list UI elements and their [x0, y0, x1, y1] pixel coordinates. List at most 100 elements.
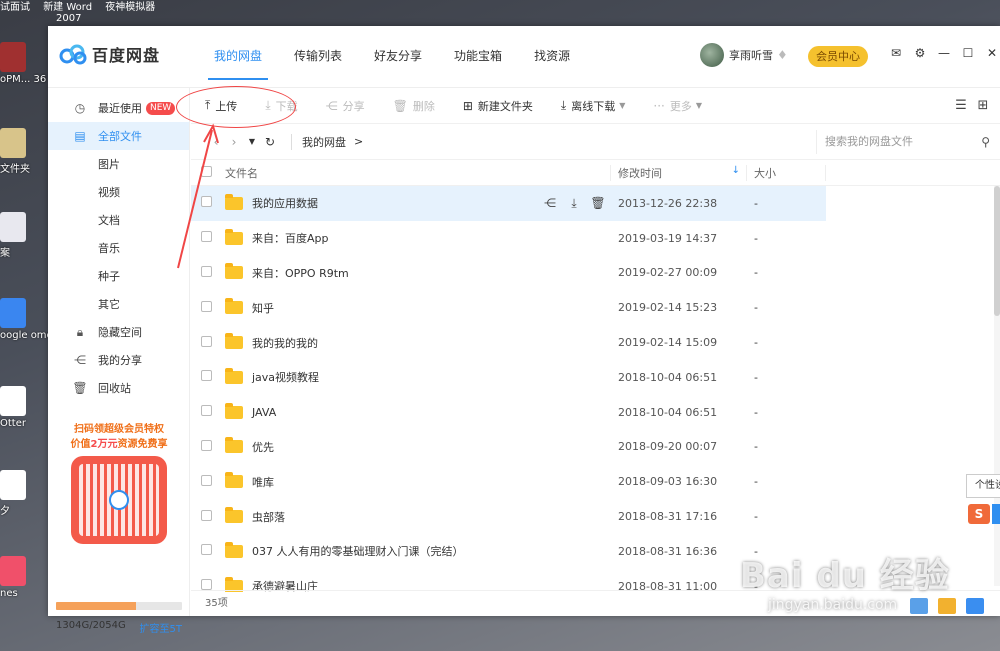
avatar[interactable] [700, 43, 724, 67]
sidebar-item-torrents[interactable]: 种子 [48, 262, 189, 290]
desktop-shortcut[interactable]: 文件夹 [0, 128, 48, 175]
table-row[interactable]: 来自：OPPO R9tm 2019-02-27 00:09 - [191, 256, 1000, 291]
row-checkbox[interactable] [201, 265, 212, 277]
app-logo[interactable]: 百度网盘 [58, 42, 160, 66]
tab-toolbox[interactable]: 功能宝箱 [438, 26, 518, 88]
sidebar-item-hidden-space[interactable]: 🔒︎ 隐藏空间 [48, 318, 189, 346]
sort-list-icon[interactable]: ☰ [950, 98, 972, 113]
sidebar-item-my-share[interactable]: ⋲ 我的分享 [48, 346, 189, 374]
desktop-shortcut[interactable]: 案 [0, 212, 48, 259]
refresh-icon[interactable]: ↻ [261, 135, 279, 149]
delete-button[interactable]: 🗑︎ 删除 [379, 98, 449, 114]
column-time[interactable]: 修改时间 ↓ [610, 164, 746, 181]
tab-transfer-list[interactable]: 传输列表 [278, 26, 358, 88]
offline-download-button[interactable]: ⤓ 离线下载 ▼ [547, 98, 639, 114]
modified-time: 2018-08-31 17:16 [618, 510, 718, 524]
desktop-shortcut[interactable]: nes [0, 556, 48, 599]
tab-my-disk[interactable]: 我的网盘 [198, 26, 278, 88]
file-name[interactable]: JAVA [252, 406, 276, 419]
table-row[interactable]: 知乎 2019-02-14 15:23 - [191, 290, 1000, 325]
mail-icon[interactable]: ✉ [884, 46, 908, 60]
sidebar-item-recycle-bin[interactable]: 🗑︎ 回收站 [48, 374, 189, 402]
breadcrumb[interactable]: 我的网盘 [291, 133, 346, 150]
minimize-icon[interactable]: — [932, 46, 956, 60]
row-checkbox[interactable] [201, 335, 212, 347]
file-name[interactable]: java视频教程 [252, 369, 319, 385]
search-input[interactable]: 搜索我的网盘文件 ⚲ [816, 130, 1000, 154]
more-button[interactable]: ··· 更多 ▼ [639, 98, 716, 114]
vip-center-button[interactable]: 会员中心 [808, 46, 868, 67]
table-row[interactable]: 我的应用数据 ⋲ ⤓ 🗑︎ 2013-12-26 22:38 - [191, 186, 826, 221]
row-checkbox[interactable] [201, 231, 212, 243]
breadcrumb-separator: > [354, 135, 364, 148]
table-row[interactable]: 虫部落 2018-08-31 17:16 - [191, 499, 1000, 534]
history-dropdown-icon[interactable]: ▼ [243, 137, 261, 146]
table-row[interactable]: 来自：百度App 2019-03-19 14:37 - [191, 221, 1000, 256]
select-all-checkbox[interactable] [201, 165, 212, 177]
row-checkbox[interactable] [201, 370, 212, 382]
file-name[interactable]: 我的我的我的 [252, 335, 318, 351]
sidebar-item-other[interactable]: 其它 [48, 290, 189, 318]
scroll-thumb[interactable] [994, 186, 1000, 316]
sidebar-item-music[interactable]: 音乐 [48, 234, 189, 262]
desktop-shortcut[interactable]: oPM... 36 [0, 42, 48, 85]
table-row[interactable]: java视频教程 2018-10-04 06:51 - [191, 360, 1000, 395]
file-name[interactable]: 优先 [252, 439, 274, 455]
row-checkbox[interactable] [201, 300, 212, 312]
download-icon[interactable]: ⤓ [562, 196, 586, 211]
ime-toolbar[interactable] [992, 504, 1000, 524]
file-name[interactable]: 唯库 [252, 474, 274, 490]
share-button[interactable]: ⋲ 分享 [312, 98, 379, 114]
row-checkbox[interactable] [201, 474, 212, 486]
row-checkbox[interactable] [201, 579, 212, 591]
scrollbar[interactable] [994, 186, 1000, 586]
qr-code[interactable] [71, 456, 167, 544]
desktop-shortcut[interactable]: 夕 [0, 470, 48, 517]
sidebar-item-recent[interactable]: ◷ 最近使用 NEW [48, 94, 189, 122]
forward-arrow-icon[interactable]: › [225, 135, 243, 149]
settings-gear-icon[interactable]: ⚙ [908, 46, 932, 60]
row-checkbox[interactable] [201, 405, 212, 417]
username[interactable]: 享雨听雪 [729, 47, 773, 63]
table-row[interactable]: JAVA 2018-10-04 06:51 - [191, 395, 1000, 430]
table-row[interactable]: 优先 2018-09-20 00:07 - [191, 430, 1000, 465]
promo-text-2: 价值2万元资源免费享 [70, 439, 168, 450]
file-name[interactable]: 037 人人有用的零基础理财入门课（完结） [252, 543, 464, 559]
column-name[interactable]: 文件名 [225, 165, 610, 181]
file-name[interactable]: 来自：OPPO R9tm [252, 265, 349, 281]
sidebar-item-videos[interactable]: 视频 [48, 178, 189, 206]
back-arrow-icon[interactable]: ‹ [207, 135, 225, 149]
desktop-shortcut[interactable]: oogle ome [0, 298, 53, 341]
share-icon[interactable]: ⋲ [538, 196, 562, 211]
desktop-label[interactable]: 新建 Word [43, 2, 92, 13]
new-folder-button[interactable]: ⊞ 新建文件夹 [449, 98, 547, 114]
file-name[interactable]: 知乎 [252, 300, 274, 316]
sidebar-item-images[interactable]: 图片 [48, 150, 189, 178]
expand-storage-link[interactable]: 扩容至5T [140, 620, 182, 635]
row-checkbox[interactable] [201, 196, 212, 208]
table-row[interactable]: 唯库 2018-09-03 16:30 - [191, 464, 1000, 499]
row-checkbox[interactable] [201, 509, 212, 521]
desktop-label[interactable]: 试面试 [0, 2, 30, 13]
sogou-ime-icon[interactable]: S [968, 504, 990, 524]
file-name[interactable]: 虫部落 [252, 509, 285, 525]
file-name[interactable]: 我的应用数据 [252, 195, 318, 211]
grid-view-icon[interactable]: ⊞ [972, 98, 994, 113]
tab-find-resources[interactable]: 找资源 [518, 26, 586, 88]
row-checkbox[interactable] [201, 544, 212, 556]
close-icon[interactable]: ✕ [980, 46, 1000, 60]
vip-promo[interactable]: 扫码领超级会员特权 价值2万元资源免费享 [56, 422, 182, 544]
table-row[interactable]: 我的我的我的 2019-02-14 15:09 - [191, 325, 1000, 360]
search-icon[interactable]: ⚲ [981, 130, 990, 154]
maximize-icon[interactable]: ☐ [956, 46, 980, 60]
row-checkbox[interactable] [201, 439, 212, 451]
column-size[interactable]: 大小 [746, 164, 826, 181]
desktop-label[interactable]: 夜神模拟器 [105, 2, 155, 13]
trash-icon[interactable]: 🗑︎ [586, 196, 610, 211]
desktop-shortcut[interactable]: Otter [0, 386, 48, 429]
file-name[interactable]: 来自：百度App [252, 230, 329, 246]
tab-friend-share[interactable]: 好友分享 [358, 26, 438, 88]
user-info[interactable]: 享雨听雪 ♦ [700, 43, 788, 67]
sidebar-item-docs[interactable]: 文档 [48, 206, 189, 234]
sidebar-item-all-files[interactable]: ▤ 全部文件 [48, 122, 189, 150]
